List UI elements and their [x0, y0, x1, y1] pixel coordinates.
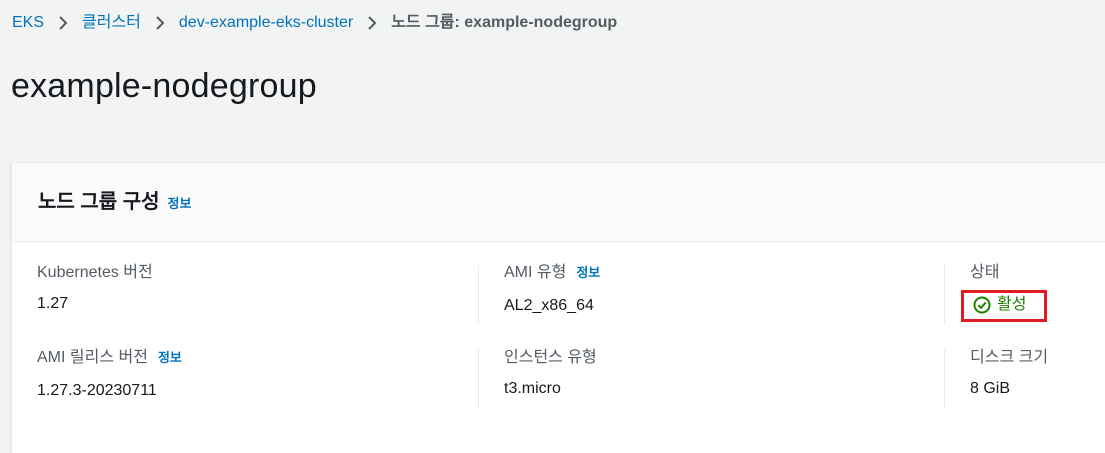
disk-size-label: 디스크 크기	[970, 349, 1049, 366]
card-title-text: 노드 그룹 구성	[38, 191, 160, 213]
instance-type-field: 인스턴스 유형 t3.micro	[504, 347, 597, 400]
status-field: 상태	[970, 262, 999, 284]
breadcrumb-eks-link[interactable]: EKS	[12, 12, 44, 34]
breadcrumb-current: 노드 그룹: example-nodegroup	[391, 14, 618, 31]
disk-size-field: 디스크 크기 8 GiB	[970, 347, 1048, 400]
card-header: 노드 그룹 구성 정보	[12, 163, 1105, 242]
kubernetes-version-label: Kubernetes 버전	[37, 264, 153, 281]
instance-type-label: 인스턴스 유형	[504, 349, 597, 366]
chevron-right-icon	[44, 12, 82, 34]
kubernetes-version-value: 1.27	[37, 295, 69, 312]
column-divider	[478, 349, 479, 409]
chevron-right-icon	[353, 12, 391, 34]
chevron-right-icon	[141, 12, 179, 34]
instance-type-value: t3.micro	[504, 380, 561, 397]
breadcrumb-cluster-link[interactable]: dev-example-eks-cluster	[179, 12, 353, 34]
breadcrumb-clusters-link[interactable]: 클러스터	[82, 12, 141, 34]
column-divider	[944, 265, 945, 325]
breadcrumb: EKS 클러스터 dev-example-eks-cluster 노드 그룹: …	[12, 12, 617, 34]
ami-release-version-label: AMI 릴리스 버전 정보	[37, 347, 182, 369]
check-circle-icon	[973, 296, 991, 314]
column-divider	[944, 349, 945, 409]
ami-release-version-label-text: AMI 릴리스 버전	[37, 349, 148, 366]
status-label: 상태	[970, 264, 1000, 281]
card-title: 노드 그룹 구성 정보	[38, 188, 191, 218]
ami-type-label-text: AMI 유형	[504, 264, 567, 281]
node-group-config-card: 노드 그룹 구성 정보 Kubernetes 버전 1.27 AMI 릴리스 버…	[11, 162, 1105, 453]
ami-release-version-value: 1.27.3-20230711	[37, 382, 157, 399]
card-info-link[interactable]: 정보	[168, 190, 192, 218]
ami-type-value: AL2_x86_64	[504, 297, 594, 314]
ami-type-field: AMI 유형 정보 AL2_x86_64	[504, 262, 600, 317]
page-title: example-nodegroup	[11, 67, 317, 105]
ami-type-info-link[interactable]: 정보	[576, 262, 600, 284]
status-value: 활성	[973, 294, 1026, 316]
ami-release-version-field: AMI 릴리스 버전 정보 1.27.3-20230711	[37, 347, 182, 402]
disk-size-value: 8 GiB	[970, 380, 1011, 397]
column-divider	[478, 265, 479, 325]
status-value-text: 활성	[997, 296, 1027, 313]
kubernetes-version-field: Kubernetes 버전 1.27	[37, 262, 153, 315]
ami-type-label: AMI 유형 정보	[504, 262, 600, 284]
ami-release-version-info-link[interactable]: 정보	[158, 347, 182, 369]
